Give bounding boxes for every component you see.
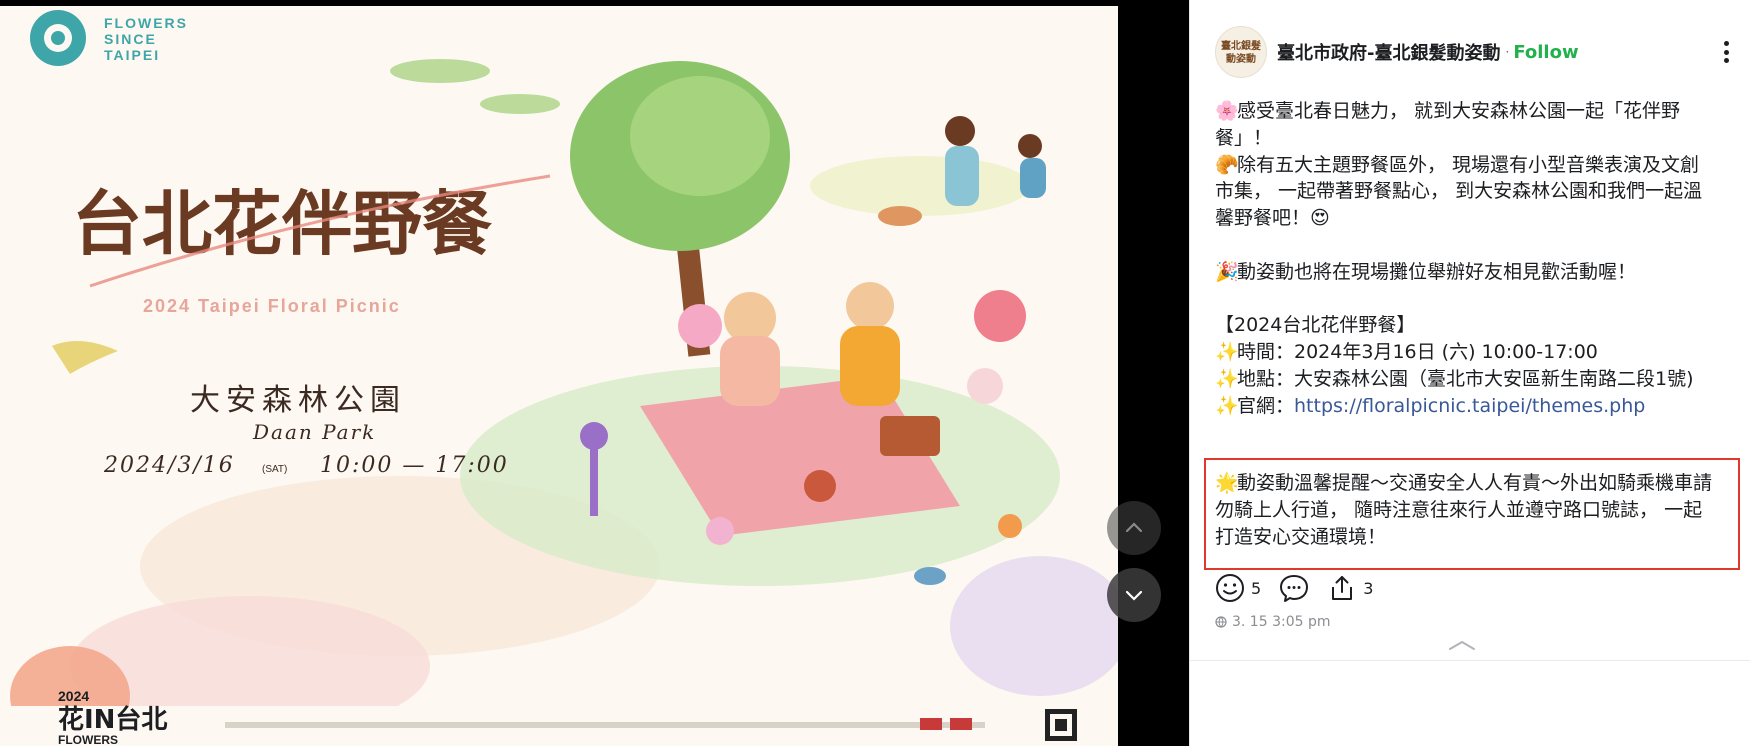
globe-icon — [1215, 616, 1227, 628]
reaction-count: 5 — [1251, 578, 1262, 598]
post-header: 臺北銀髮 動姿動 臺北市政府-臺北銀髮動姿動 · Follow — [1215, 26, 1735, 78]
post-panel: 臺北銀髮 動姿動 臺北市政府-臺北銀髮動姿動 · Follow 🌸感受臺北春日魅… — [1189, 0, 1750, 746]
svg-text:動姿動: 動姿動 — [1226, 52, 1256, 65]
poster-venue-en: Daan Park — [252, 420, 376, 444]
more-options-button[interactable] — [1714, 38, 1738, 66]
avatar-logo: 臺北銀髮 動姿動 — [1221, 39, 1261, 65]
poster-artwork: FLOWERS SINCE TAIPEI 台北花伴野餐 2024 Taipei … — [0, 10, 1118, 746]
poster-badge-sub: FLOWERS — [58, 733, 118, 746]
croissant-icon: 🥐 — [1215, 153, 1239, 176]
divider — [1190, 660, 1750, 661]
reaction-button[interactable]: 5 — [1215, 573, 1261, 603]
smiley-icon — [1216, 574, 1244, 602]
comment-icon — [1280, 575, 1309, 602]
page-name-link[interactable]: 臺北市政府-臺北銀髮動姿動 — [1277, 39, 1500, 65]
post-line-activities: 🥐除有五大主題野餐區外， 現場還有小型音樂表演及文創市集， 一起帶著野餐點心， … — [1215, 153, 1703, 230]
share-button[interactable]: 3 — [1327, 573, 1373, 603]
poster-title-cn: 台北花伴野餐 — [72, 182, 492, 265]
name-follow-separator: · — [1505, 45, 1510, 59]
post-actions-bar: 5 3 — [1215, 570, 1391, 606]
cherry-blossom-icon: 🌸 — [1215, 100, 1239, 122]
svg-text:臺北銀髮: 臺北銀髮 — [1221, 39, 1261, 52]
poster-venue-cn: 大安森林公園 — [190, 383, 406, 418]
timestamp-text: 3. 15 3:05 pm — [1232, 614, 1331, 630]
poster-badge-year: 2024 — [58, 688, 89, 704]
party-popper-icon: 🎉 — [1215, 260, 1239, 283]
logo-line-1: FLOWERS — [104, 15, 188, 31]
event-website: ✨官網：https://floralpicnic.taipei/themes.p… — [1215, 393, 1715, 420]
poster-badge-main: 花IN台北 — [58, 704, 167, 735]
glowing-star-icon: 🌟 — [1215, 472, 1239, 494]
poster-title-en: 2024 Taipei Floral Picnic — [143, 296, 401, 316]
share-icon — [1332, 576, 1353, 600]
next-image-button[interactable] — [1107, 568, 1161, 622]
logo-line-2: SINCE — [104, 31, 157, 47]
previous-image-button[interactable] — [1107, 501, 1161, 555]
sparkles-icon: ✨ — [1215, 367, 1239, 390]
event-poster-image: FLOWERS SINCE TAIPEI 台北花伴野餐 2024 Taipei … — [0, 6, 1118, 746]
image-viewer: FLOWERS SINCE TAIPEI 台北花伴野餐 2024 Taipei … — [0, 0, 1189, 746]
chevron-up-icon — [1125, 522, 1143, 533]
more-dot-icon — [1723, 41, 1729, 46]
share-count: 3 — [1363, 578, 1374, 598]
website-link[interactable]: https://floralpicnic.taipei/themes.php — [1294, 395, 1645, 417]
flowers-since-taipei-logo — [30, 10, 86, 66]
poster-weekday: (SAT) — [262, 464, 287, 475]
more-dot-icon — [1723, 58, 1729, 63]
post-text: 🌸感受臺北春日魅力， 就到大安森林公園一起「花伴野餐」！ 🥐除有五大主題野餐區外… — [1215, 98, 1715, 420]
post-line-booth: 🎉動姿動也將在現場攤位舉辦好友相見歡活動喔！ — [1215, 259, 1715, 286]
event-title: 【2024台北花伴野餐】 — [1215, 314, 1416, 337]
more-dot-icon — [1723, 49, 1729, 55]
page-avatar[interactable]: 臺北銀髮 動姿動 — [1215, 26, 1267, 78]
collapse-panel-button[interactable] — [1448, 636, 1476, 655]
traffic-safety-reminder: 🌟動姿動溫馨提醒～交通安全人人有責～外出如騎乘機車請勿騎上人行道， 隨時注意往來… — [1215, 472, 1713, 548]
follow-button[interactable]: Follow — [1513, 42, 1578, 63]
post-timestamp[interactable]: 3. 15 3:05 pm — [1215, 614, 1331, 630]
sparkles-icon: ✨ — [1215, 341, 1239, 364]
comment-button[interactable] — [1279, 573, 1309, 603]
chevron-up-icon — [1449, 640, 1475, 650]
event-place: ✨地點：大安森林公園（臺北市大安區新生南路二段1號) — [1215, 366, 1715, 393]
sparkles-icon: ✨ — [1215, 394, 1239, 417]
logo-line-3: TAIPEI — [104, 47, 160, 63]
event-time: ✨時間：2024年3月16日 (六) 10:00-17:00 — [1215, 339, 1715, 366]
poster-date: 2024/3/16 — [103, 453, 235, 478]
poster-time: 10:00 — 17:00 — [320, 453, 509, 478]
chevron-down-icon — [1125, 590, 1143, 601]
post-line-intro: 🌸感受臺北春日魅力， 就到大安森林公園一起「花伴野餐」！ — [1215, 100, 1681, 149]
